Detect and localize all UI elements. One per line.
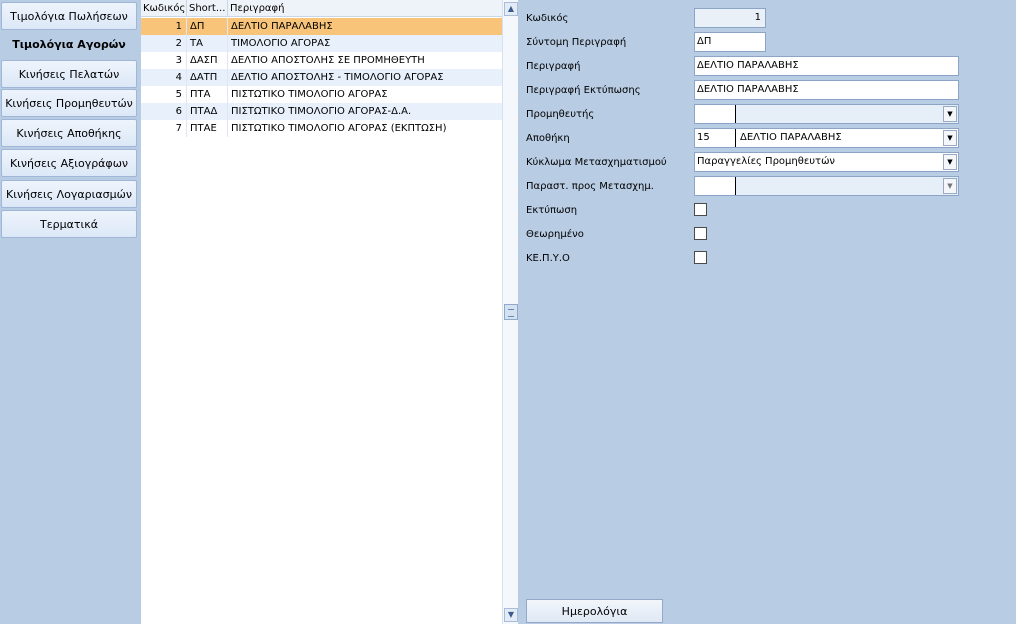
- scrollbar-thumb[interactable]: [504, 304, 518, 320]
- document-types-grid: Κωδικός Short... Περιγραφή 1 ΔΠ ΔΕΛΤΙΟ Π…: [141, 0, 502, 624]
- print-checkbox[interactable]: [694, 203, 707, 216]
- transform-document-code: [695, 177, 736, 195]
- chevron-down-icon[interactable]: ▼: [943, 154, 957, 170]
- table-row[interactable]: 6 ΠΤΑΔ ΠΙΣΤΩΤΙΚΟ ΤΙΜΟΛΟΓΙΟ ΑΓΟΡΑΣ-Δ.Α.: [141, 103, 502, 120]
- grid-vertical-scrollbar[interactable]: ▲ ▼: [502, 0, 518, 624]
- print-description-field[interactable]: ΔΕΛΤΙΟ ΠΑΡΑΛΑΒΗΣ: [694, 80, 959, 100]
- nav-supplier-transactions-button[interactable]: Κινήσεις Προμηθευτών: [1, 89, 137, 117]
- chevron-down-icon[interactable]: ▼: [943, 130, 957, 146]
- journals-button[interactable]: Ημερολόγια: [526, 599, 663, 623]
- code-label: Κωδικός: [526, 13, 569, 24]
- short-description-field[interactable]: ΔΠ: [694, 32, 766, 52]
- chevron-down-icon[interactable]: ▼: [943, 106, 957, 122]
- row-short: ΤΑ: [187, 35, 228, 52]
- row-code: 2: [141, 35, 187, 52]
- warehouse-code: 15: [695, 129, 736, 147]
- reviewed-label: Θεωρημένο: [526, 229, 584, 240]
- row-short: ΠΤΑΔ: [187, 103, 228, 120]
- warehouse-label: Αποθήκη: [526, 133, 570, 144]
- row-code: 5: [141, 86, 187, 103]
- row-description: ΠΙΣΤΩΤΙΚΟ ΤΙΜΟΛΟΓΙΟ ΑΓΟΡΑΣ (ΕΚΠΤΩΣΗ): [231, 123, 447, 134]
- row-code: 3: [141, 52, 187, 69]
- row-description: ΠΙΣΤΩΤΙΚΟ ΤΙΜΟΛΟΓΙΟ ΑΓΟΡΑΣ: [231, 89, 388, 100]
- kepyo-checkbox[interactable]: [694, 251, 707, 264]
- kepyo-label: ΚΕ.Π.Υ.Ο: [526, 253, 570, 264]
- left-navigation: Τιμολόγια Πωλήσεων Τιμολόγια Αγορών Κινή…: [0, 0, 141, 624]
- table-row[interactable]: 1 ΔΠ ΔΕΛΤΙΟ ΠΑΡΑΛΑΒΗΣ: [141, 18, 502, 35]
- transform-document-name: [738, 177, 740, 195]
- row-description: ΠΙΣΤΩΤΙΚΟ ΤΙΜΟΛΟΓΙΟ ΑΓΟΡΑΣ-Δ.Α.: [231, 106, 412, 117]
- row-short: ΔΑΤΠ: [187, 69, 228, 86]
- transformation-circuit-label: Κύκλωμα Μετασχηματισμού: [526, 157, 667, 168]
- description-label: Περιγραφή: [526, 61, 581, 72]
- row-description: ΔΕΛΤΙΟ ΠΑΡΑΛΑΒΗΣ: [231, 21, 333, 32]
- print-label: Εκτύπωση: [526, 205, 578, 216]
- nav-terminals-button[interactable]: Τερματικά: [1, 210, 137, 238]
- short-description-label: Σύντομη Περιγραφή: [526, 37, 627, 48]
- warehouse-dropdown[interactable]: 15 ΔΕΛΤΙΟ ΠΑΡΑΛΑΒΗΣ ▼: [694, 128, 959, 148]
- scroll-up-icon[interactable]: ▲: [504, 2, 518, 16]
- row-code: 6: [141, 103, 187, 120]
- transform-document-label: Παραστ. προς Μετασχημ.: [526, 181, 654, 192]
- description-field[interactable]: ΔΕΛΤΙΟ ΠΑΡΑΛΑΒΗΣ: [694, 56, 959, 76]
- document-type-form: Κωδικός 1 Σύντομη Περιγραφή ΔΠ Περιγραφή…: [518, 0, 1016, 624]
- column-header-code[interactable]: Κωδικός: [141, 0, 187, 17]
- table-row[interactable]: 3 ΔΑΣΠ ΔΕΛΤΙΟ ΑΠΟΣΤΟΛΗΣ ΣΕ ΠΡΟΜΗΘΕΥΤΗ: [141, 52, 502, 69]
- column-header-description[interactable]: Περιγραφή: [228, 0, 502, 17]
- supplier-name: [738, 105, 740, 123]
- nav-account-transactions-button[interactable]: Κινήσεις Λογαριασμών: [1, 180, 137, 208]
- grid-header: Κωδικός Short... Περιγραφή: [141, 0, 502, 17]
- row-code: 4: [141, 69, 187, 86]
- row-short: ΔΠ: [187, 18, 228, 35]
- row-code: 1: [141, 18, 187, 35]
- nav-sales-invoices-button[interactable]: Τιμολόγια Πωλήσεων: [1, 2, 137, 30]
- chevron-down-icon[interactable]: ▼: [943, 178, 957, 194]
- nav-customer-transactions-button[interactable]: Κινήσεις Πελατών: [1, 60, 137, 88]
- table-row[interactable]: 7 ΠΤΑΕ ΠΙΣΤΩΤΙΚΟ ΤΙΜΟΛΟΓΙΟ ΑΓΟΡΑΣ (ΕΚΠΤΩ…: [141, 120, 502, 137]
- supplier-label: Προμηθευτής: [526, 109, 595, 120]
- print-description-label: Περιγραφή Εκτύπωσης: [526, 85, 641, 96]
- table-row[interactable]: 5 ΠΤΑ ΠΙΣΤΩΤΙΚΟ ΤΙΜΟΛΟΓΙΟ ΑΓΟΡΑΣ: [141, 86, 502, 103]
- warehouse-name: ΔΕΛΤΙΟ ΠΑΡΑΛΑΒΗΣ: [740, 132, 842, 143]
- reviewed-checkbox[interactable]: [694, 227, 707, 240]
- code-field[interactable]: 1: [694, 8, 766, 28]
- supplier-code: [695, 105, 736, 123]
- column-header-short[interactable]: Short...: [187, 0, 228, 17]
- row-description: ΔΕΛΤΙΟ ΑΠΟΣΤΟΛΗΣ ΣΕ ΠΡΟΜΗΘΕΥΤΗ: [231, 55, 425, 66]
- row-description: ΤΙΜΟΛΟΓΙΟ ΑΓΟΡΑΣ: [231, 38, 331, 49]
- nav-purchase-invoices-button[interactable]: Τιμολόγια Αγορών: [1, 30, 137, 58]
- scroll-down-icon[interactable]: ▼: [504, 608, 518, 622]
- transformation-circuit-dropdown[interactable]: Παραγγελίες Προμηθευτών ▼: [694, 152, 959, 172]
- nav-securities-transactions-button[interactable]: Κινήσεις Αξιογράφων: [1, 149, 137, 177]
- row-short: ΠΤΑ: [187, 86, 228, 103]
- row-short: ΠΤΑΕ: [187, 120, 228, 137]
- row-description: ΔΕΛΤΙΟ ΑΠΟΣΤΟΛΗΣ - ΤΙΜΟΛΟΓΙΟ ΑΓΟΡΑΣ: [231, 72, 444, 83]
- table-row[interactable]: 4 ΔΑΤΠ ΔΕΛΤΙΟ ΑΠΟΣΤΟΛΗΣ - ΤΙΜΟΛΟΓΙΟ ΑΓΟΡ…: [141, 69, 502, 86]
- table-row[interactable]: 2 ΤΑ ΤΙΜΟΛΟΓΙΟ ΑΓΟΡΑΣ: [141, 35, 502, 52]
- transformation-circuit-value: Παραγγελίες Προμηθευτών: [697, 156, 836, 167]
- supplier-dropdown[interactable]: ▼: [694, 104, 959, 124]
- row-short: ΔΑΣΠ: [187, 52, 228, 69]
- nav-warehouse-transactions-button[interactable]: Κινήσεις Αποθήκης: [1, 119, 137, 147]
- transform-document-dropdown[interactable]: ▼: [694, 176, 959, 196]
- row-code: 7: [141, 120, 187, 137]
